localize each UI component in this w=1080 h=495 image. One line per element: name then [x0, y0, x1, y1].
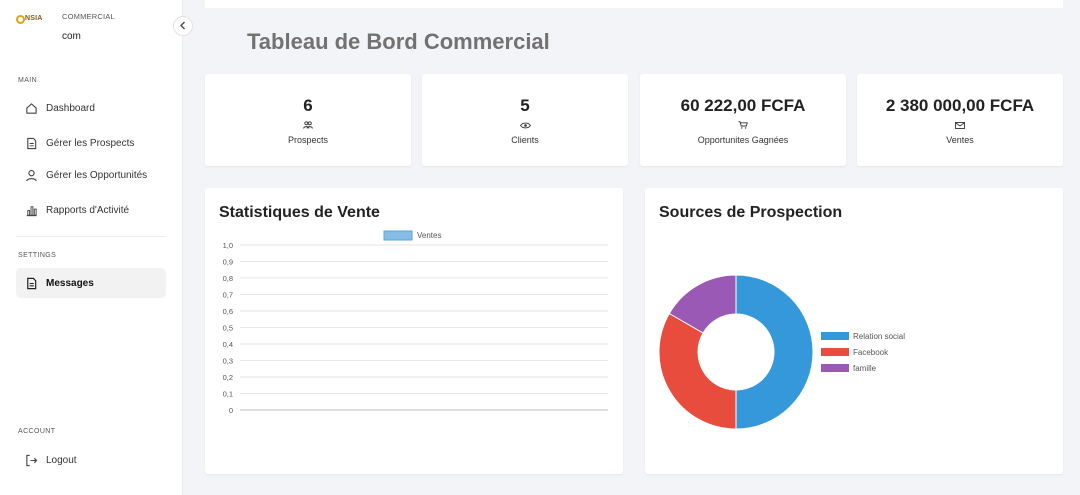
- stat-label: Ventes: [946, 135, 974, 145]
- stat-card-ventes: 2 380 000,00 FCFA Ventes: [857, 74, 1063, 166]
- y-tick-label: 0,5: [223, 324, 233, 333]
- stat-label: Clients: [511, 135, 539, 145]
- y-tick-label: 0,8: [223, 274, 233, 283]
- stat-value: 2 380 000,00 FCFA: [885, 96, 1035, 115]
- legend-label: Relation social: [853, 332, 905, 341]
- legend-swatch: [821, 348, 849, 356]
- sidebar-item-label: Rapports d'Activité: [46, 204, 130, 216]
- y-tick-label: 0,7: [223, 291, 233, 300]
- section-settings-label: SETTINGS: [18, 252, 57, 259]
- donut-slice[interactable]: [658, 312, 737, 430]
- y-tick-label: 0,1: [223, 390, 233, 399]
- user-icon: [24, 168, 38, 182]
- legend-label: Facebook: [853, 348, 889, 357]
- y-tick-label: 0,6: [223, 307, 233, 316]
- sidebar-item-label: Gérer les Opportunités: [46, 169, 148, 181]
- legend-label-ventes: Ventes: [417, 231, 441, 240]
- sidebar-item-label: Dashboard: [46, 102, 95, 114]
- y-tick-label: 0,4: [223, 340, 233, 349]
- home-icon: [24, 101, 38, 115]
- legend-swatch-ventes: [383, 230, 413, 241]
- sidebar-divider: [16, 236, 166, 237]
- document-icon: [24, 136, 38, 150]
- legend-swatch: [821, 364, 849, 372]
- user-name: com: [62, 31, 81, 42]
- y-tick-label: 0,2: [223, 373, 233, 382]
- user-role: COMMERCIAL: [62, 12, 115, 21]
- stat-value: 60 222,00 FCFA: [680, 96, 806, 115]
- sidebar-item-dashboard[interactable]: Dashboard: [16, 93, 166, 123]
- sidebar-item-messages[interactable]: Messages: [16, 268, 166, 298]
- sources-donut-chart: Relation social Facebook famille: [658, 274, 905, 430]
- logout-icon: [24, 453, 38, 467]
- y-tick-label: 0,9: [223, 258, 233, 267]
- logout-button[interactable]: Logout: [16, 445, 166, 475]
- logo-text: NSIA: [25, 15, 43, 22]
- eye-icon: [422, 119, 628, 131]
- users-icon: [205, 119, 411, 131]
- section-account-label: ACCOUNT: [18, 428, 56, 435]
- top-bar: [205, 0, 1063, 8]
- cart-icon: [640, 119, 846, 131]
- chevron-left-icon: [179, 17, 187, 35]
- stat-value: 6: [303, 96, 313, 115]
- sidebar-item-label: Messages: [46, 277, 94, 289]
- sales-chart-panel: Statistiques de Vente Ventes 1,0 0,9 0,8 0,…: [205, 188, 623, 474]
- donut-slice[interactable]: [735, 274, 814, 430]
- legend-swatch: [821, 332, 849, 340]
- y-tick-label: 0: [229, 406, 233, 415]
- sidebar-item-label: Gérer les Prospects: [46, 137, 135, 149]
- y-tick-label: 1,0: [223, 241, 233, 250]
- sidebar-item-prospects[interactable]: Gérer les Prospects: [16, 128, 166, 158]
- sidebar-collapse-button[interactable]: [173, 16, 193, 36]
- stat-card-clients: 5 Clients: [422, 74, 628, 166]
- y-tick-label: 0,3: [223, 357, 233, 366]
- nsia-logo: NSIA: [16, 14, 46, 28]
- section-main-label: MAIN: [18, 77, 38, 84]
- sidebar: NSIA COMMERCIAL com MAIN Dashboard Gérer…: [0, 0, 183, 495]
- sidebar-item-rapports[interactable]: Rapports d'Activité: [16, 195, 166, 225]
- sources-chart-panel: Sources de Prospection Relation social Fa…: [645, 188, 1063, 474]
- logout-label: Logout: [46, 454, 77, 466]
- sales-chart: Ventes 1,0 0,9 0,8 0,7 0,6 0,5 0,4 0,3 0,2 0,1 0: [223, 230, 608, 415]
- sidebar-item-opportunites[interactable]: Gérer les Opportunités: [16, 160, 166, 190]
- mail-icon: [857, 119, 1063, 131]
- stat-label: Opportunites Gagnées: [697, 135, 789, 145]
- bar-chart-icon: [24, 203, 38, 217]
- stat-card-prospects: 6 Prospects: [205, 74, 411, 166]
- brand: NSIA COMMERCIAL com: [16, 12, 115, 42]
- stat-card-opportunites: 60 222,00 FCFA Opportunites Gagnées: [640, 74, 846, 166]
- legend-label: famille: [853, 364, 877, 373]
- page-title: Tableau de Bord Commercial: [247, 29, 550, 54]
- stat-label: Prospects: [287, 135, 329, 145]
- stat-value: 5: [520, 96, 530, 115]
- document-icon: [24, 276, 38, 290]
